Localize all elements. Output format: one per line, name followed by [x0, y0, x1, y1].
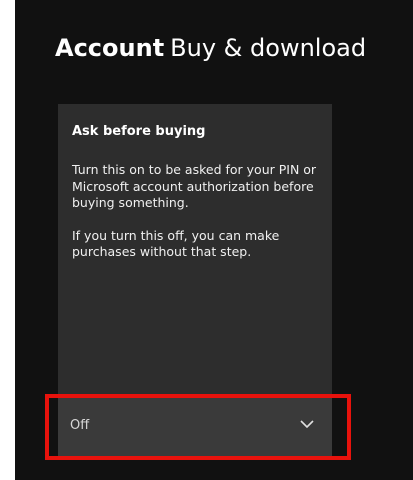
description-paragraph: If you turn this off, you can make purch…: [72, 227, 280, 260]
page-header: Account Buy & download: [55, 33, 366, 63]
setting-title: Ask before buying: [72, 124, 206, 139]
description-paragraph: Turn this on to be asked for your PIN or…: [72, 162, 317, 210]
setting-description-panel: Ask before buying Turn this on to be ask…: [58, 104, 332, 394]
ask-before-buying-dropdown[interactable]: Off: [58, 397, 332, 457]
header-section-title: Account: [55, 34, 165, 62]
chevron-down-icon: [300, 420, 314, 429]
setting-description: Turn this on to be asked for your PIN or…: [72, 162, 322, 277]
dropdown-selected-value: Off: [70, 418, 90, 433]
settings-screen: Account Buy & download Ask before buying …: [15, 0, 413, 480]
header-page-title: Buy & download: [170, 34, 367, 62]
